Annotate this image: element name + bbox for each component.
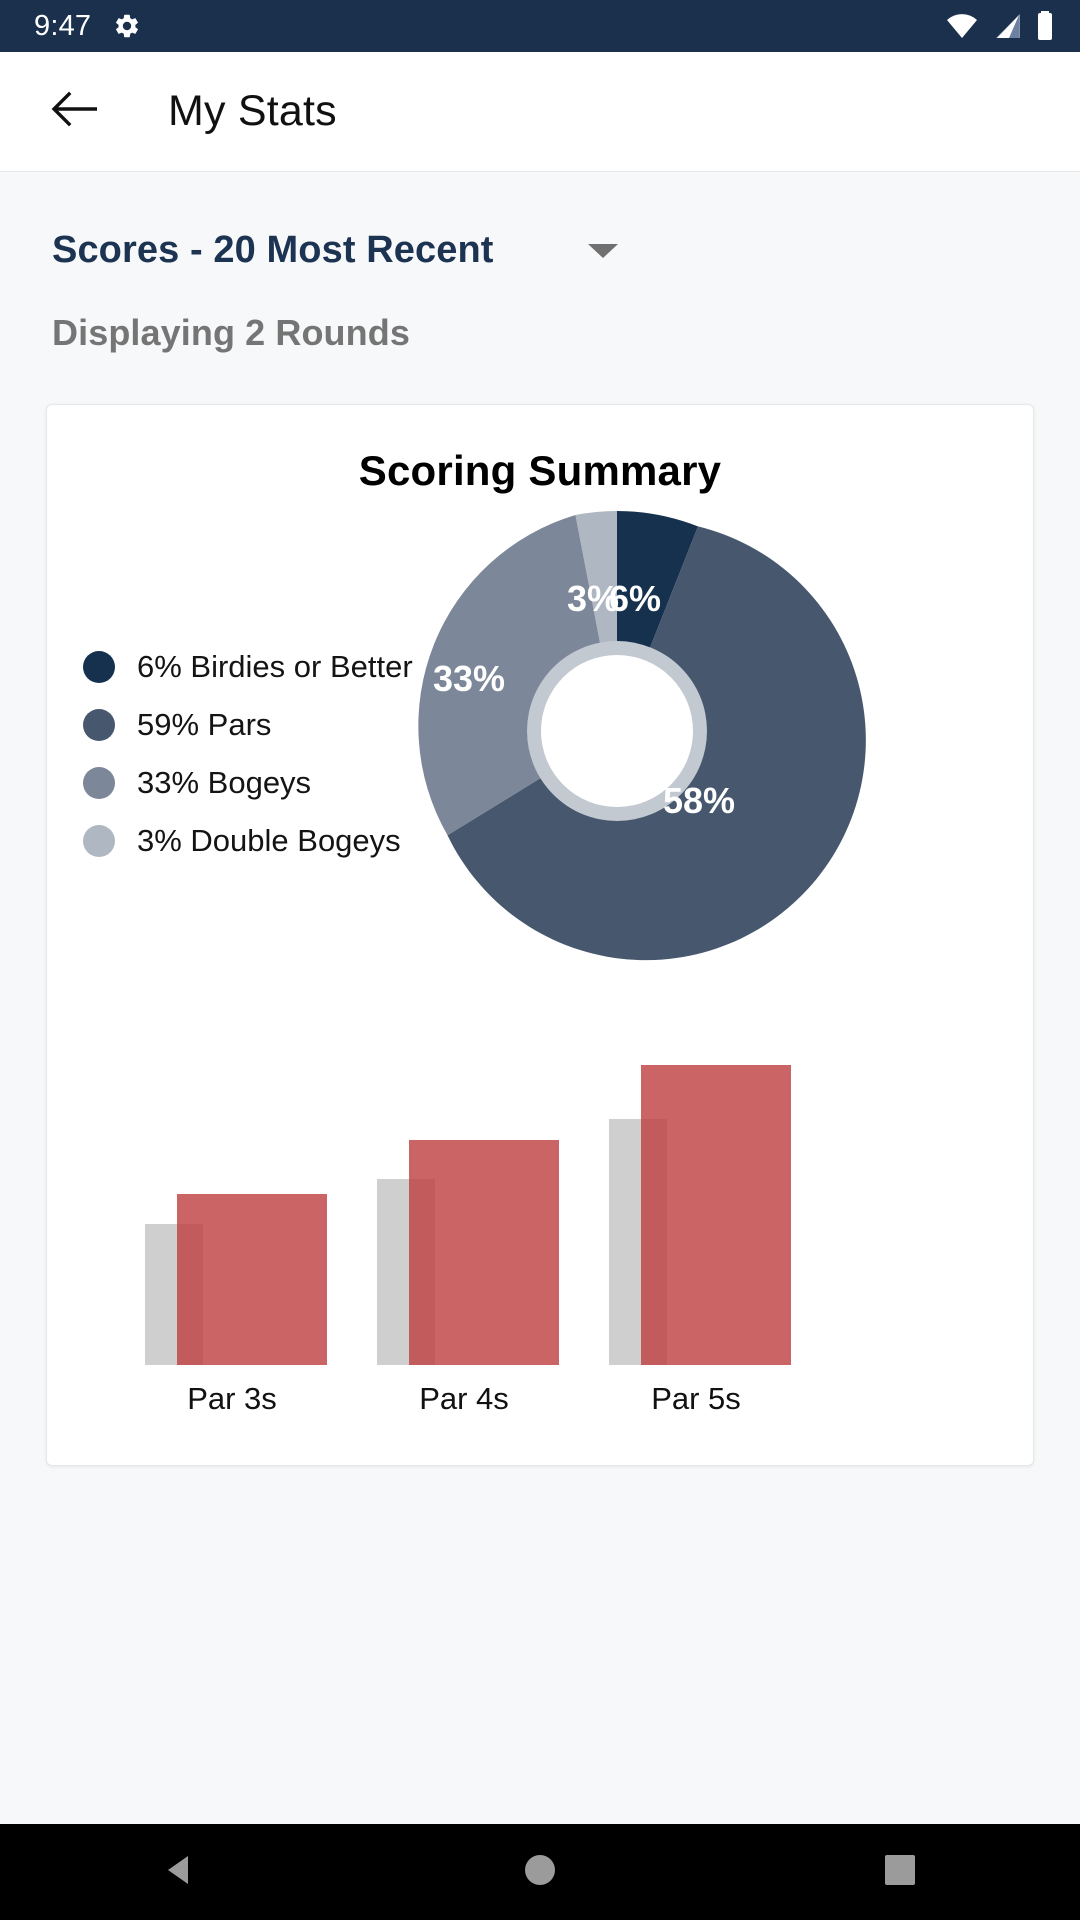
nav-home-circle-icon [522,1852,558,1893]
score-range-label: Scores - 20 Most Recent [52,229,494,271]
pie-label-bogeys: 33% [433,658,505,699]
back-button[interactable] [42,80,106,144]
legend-item-label: 59% Pars [137,707,272,742]
pie-label-birdies: 6% [609,578,661,619]
bar-front-par3 [177,1194,327,1365]
app-screen: 9:47 My Stats Scores - 20 Most Recent Di… [0,0,1080,1920]
gear-icon [113,12,141,40]
card-title: Scoring Summary [358,447,722,494]
battery-icon [1036,11,1054,41]
page-title: My Stats [168,87,337,135]
bar-plot-area [117,1065,963,1365]
scoring-donut-chart: 6% Birdies or Better 59% Pars 33% Bogeys… [47,510,1033,1073]
android-nav-bar [0,1824,1080,1920]
bar-front-par5 [641,1065,791,1365]
nav-recents-square-icon [883,1853,917,1892]
nav-back-button[interactable] [110,1824,250,1920]
nav-back-triangle-icon [162,1852,198,1893]
pie-label-pars: 58% [663,780,735,821]
legend-swatch-double-bogeys-icon [83,825,115,857]
status-time: 9:47 [34,9,92,42]
bar-label-par3: Par 3s [187,1381,277,1416]
legend-swatch-pars-icon [83,709,115,741]
bar-label-par5: Par 5s [651,1381,741,1416]
status-bar-right [946,11,1054,41]
legend-item[interactable]: 59% Pars [83,707,413,743]
par-performance-bar-chart: Par 3s Par 4s Par 5s [47,1065,1033,1465]
content-area: Scores - 20 Most Recent Displaying 2 Rou… [0,171,1080,1920]
bar-axis-labels: Par 3s Par 4s Par 5s [117,1365,963,1435]
arrow-back-icon [51,89,98,134]
donut-legend: 6% Birdies or Better 59% Pars 33% Bogeys… [83,649,413,859]
status-bar: 9:47 [0,0,1080,52]
bar-label-par4: Par 4s [419,1381,509,1416]
displaying-rounds-text: Displaying 2 Rounds [52,312,410,353]
legend-item[interactable]: 3% Double Bogeys [83,823,413,859]
score-range-selector[interactable]: Scores - 20 Most Recent [0,171,1080,272]
bar-group-par3 [137,1065,327,1365]
app-bar: My Stats [0,52,1080,171]
bar-front-par4 [409,1140,559,1365]
nav-recents-button[interactable] [830,1824,970,1920]
chevron-down-icon[interactable] [586,241,620,261]
legend-item[interactable]: 33% Bogeys [83,765,413,801]
bar-group-par4 [369,1065,559,1365]
status-bar-left: 9:47 [34,10,141,43]
bar-group-par5 [601,1065,791,1365]
legend-item-label: 3% Double Bogeys [137,823,401,858]
legend-swatch-birdies-icon [83,651,115,683]
nav-home-button[interactable] [470,1824,610,1920]
legend-swatch-bogeys-icon [83,767,115,799]
scoring-summary-card: Scoring Summary 6% Birdies or Better 59%… [46,404,1034,1466]
legend-item-label: 33% Bogeys [137,765,312,800]
legend-item[interactable]: 6% Birdies or Better [83,649,413,685]
wifi-icon [946,13,978,39]
donut-graphic: 3% 6% 33% 58% [387,501,866,961]
legend-item-label: 6% Birdies or Better [137,649,413,684]
cellular-signal-icon [992,13,1022,39]
